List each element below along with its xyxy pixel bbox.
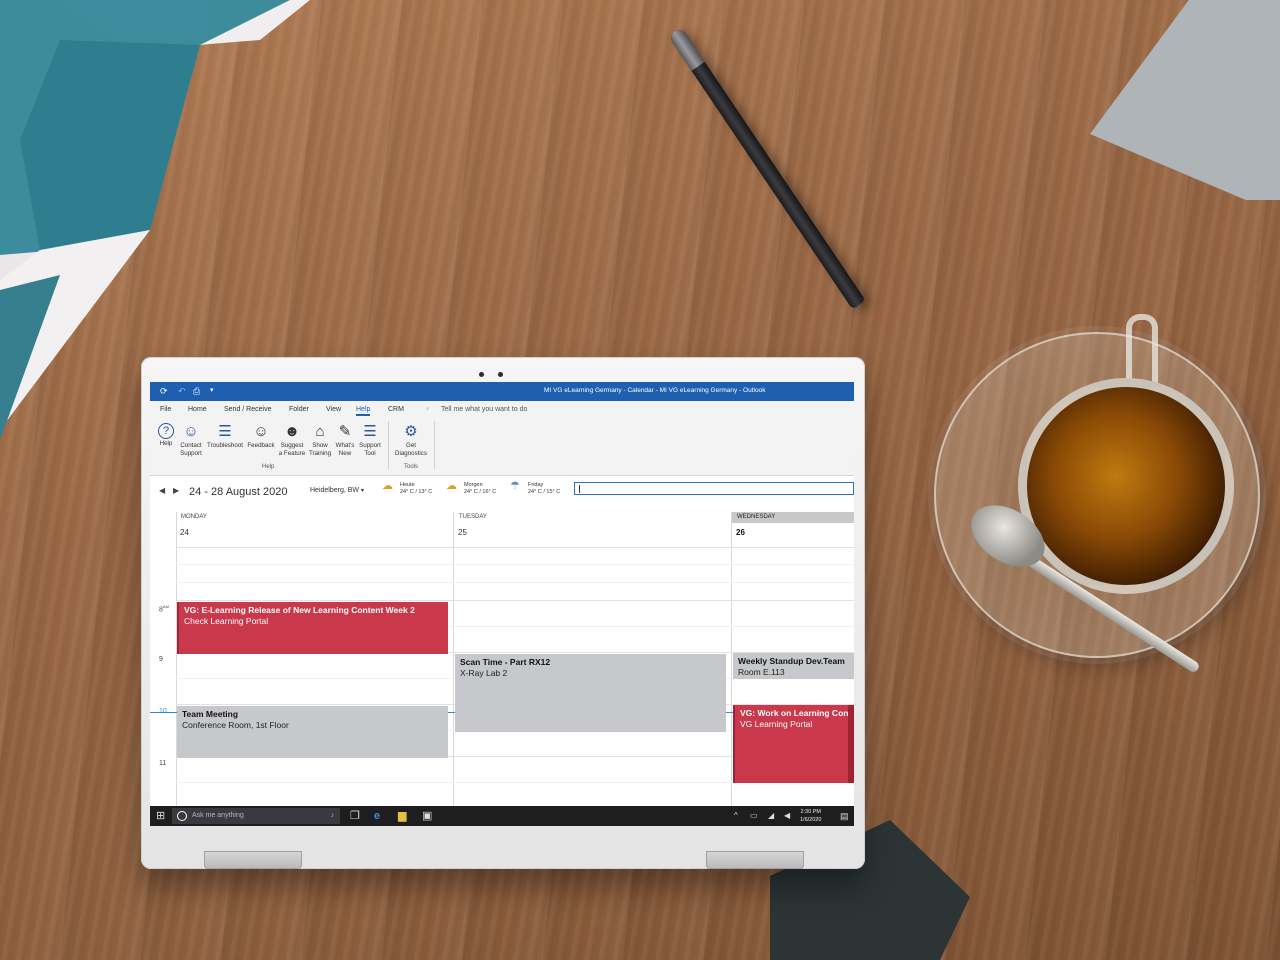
whats-new-button[interactable]: ✎ What's New (333, 423, 357, 458)
cortana-icon (177, 811, 187, 821)
get-diagnostics-icon: ⚙ (404, 423, 418, 440)
time-label-9: 9 (159, 656, 163, 663)
event-team-meeting[interactable]: Team Meeting Conference Room, 1st Floor (177, 706, 448, 758)
tab-file[interactable]: File (160, 406, 171, 413)
event-scan-time[interactable]: Scan Time - Part RX12 X-Ray Lab 2 (455, 654, 726, 732)
sun-cloud-icon: ☁ (446, 480, 457, 492)
next-week-icon[interactable]: ▶ (173, 486, 179, 495)
suggest-feature-button[interactable]: ☻ Suggest a Feature (277, 423, 307, 458)
day-number: 25 (458, 528, 467, 537)
volume-icon[interactable]: ◀ (784, 809, 790, 823)
lightbulb-icon: ♀ (425, 406, 431, 413)
tab-home[interactable]: Home (188, 406, 207, 413)
task-view-icon[interactable]: ❐ (350, 809, 360, 823)
tab-folder[interactable]: Folder (289, 406, 309, 413)
day-header-monday[interactable]: MONDAY (176, 512, 453, 523)
hinge-right (706, 851, 804, 869)
support-tool-button[interactable]: ☰ Support Tool (357, 423, 383, 458)
contact-support-icon: ☺ (183, 423, 199, 440)
tab-crm[interactable]: CRM (388, 406, 404, 413)
show-training-button[interactable]: ⌂ Show Training (307, 423, 333, 458)
battery-icon[interactable]: ▭ (750, 809, 758, 823)
tell-me-search[interactable]: Tell me what you want to do (441, 406, 527, 413)
weather-friday[interactable]: ☂ Friday 24° C / 15° C (510, 481, 560, 496)
event-elearning-release[interactable]: VG: E-Learning Release of New Learning C… (177, 602, 448, 654)
undo-icon[interactable]: ↶ (178, 386, 186, 396)
feedback-icon: ☺ (253, 423, 269, 440)
ribbon-separator (434, 421, 435, 469)
event-weekly-standup[interactable]: Weekly Standup Dev.Team Room E.113 (733, 653, 854, 679)
rain-cloud-icon: ☂ (510, 480, 520, 492)
edge-browser-icon[interactable]: e (374, 809, 380, 823)
window-title: MI VG eLearning Germany - Calendar - MI … (544, 387, 766, 394)
weather-today[interactable]: ☁ Heute 24° C / 13° C (382, 481, 432, 496)
notifications-icon[interactable]: ▤ (840, 809, 849, 823)
microphone-icon[interactable]: ♪ (331, 808, 335, 824)
tab-help[interactable]: Help (356, 406, 371, 416)
windows-taskbar: ⊞ Ask me anything ♪ ❐ e ▆ ▣ ^ ▭ ◢ ◀ 2:30… (150, 806, 854, 826)
get-diagnostics-button[interactable]: ⚙ Get Diagnostics (392, 423, 430, 458)
title-bar: ⟳ ↶ ⎙ ▾ MI VG eLearning Germany - Calend… (150, 382, 854, 401)
contact-support-button[interactable]: ☺ Contact Support (177, 423, 205, 458)
network-icon[interactable]: ◢ (768, 809, 774, 823)
refresh-icon[interactable]: ⟳ (160, 386, 168, 396)
ribbon: ? Help ☺ Contact Support ☰ Troubleshoot ☺… (150, 417, 854, 476)
feedback-button[interactable]: ☺ Feedback (245, 423, 277, 450)
time-label-11: 11 (159, 760, 167, 767)
calendar-grid: MONDAY TUESDAY WEDNESDAY 24 25 26 8AM 9 … (150, 506, 854, 806)
whats-new-icon: ✎ (338, 423, 352, 440)
help-group-label: Help (262, 464, 275, 470)
day-header-wednesday[interactable]: WEDNESDAY (732, 512, 854, 523)
taskbar-clock[interactable]: 2:30 PM 1/6/2020 (800, 808, 821, 824)
tea-cup (1018, 378, 1234, 594)
customize-toolbar-icon[interactable]: ▾ (210, 386, 214, 396)
weather-tomorrow[interactable]: ☁ Morgen 24° C / 16° C (446, 481, 496, 496)
help-button[interactable]: ? Help (156, 423, 176, 448)
weather-location[interactable]: Heidelberg, BW ▾ (310, 487, 364, 494)
help-icon: ? (158, 423, 174, 439)
tablet-screen: ⟳ ↶ ⎙ ▾ MI VG eLearning Germany - Calend… (150, 382, 854, 826)
camera-dot (479, 372, 484, 377)
troubleshoot-button[interactable]: ☰ Troubleshoot (205, 423, 245, 450)
sensor-dot (498, 372, 503, 377)
store-icon[interactable]: ▣ (422, 809, 432, 823)
day-number-today: 26 (736, 528, 745, 537)
troubleshoot-icon: ☰ (218, 423, 232, 440)
date-range: 24 - 28 August 2020 (189, 486, 288, 498)
event-work-learning-content[interactable]: VG: Work on Learning Content VG Learning… (733, 705, 854, 783)
time-label-8am: 8AM (159, 604, 169, 614)
taskbar-search-input[interactable]: Ask me anything ♪ (172, 808, 340, 824)
tools-group-label: Tools (404, 464, 419, 470)
windows-start-icon[interactable]: ⊞ (156, 809, 165, 823)
prev-week-icon[interactable]: ◀ (159, 486, 165, 495)
day-header-tuesday[interactable]: TUESDAY (454, 512, 731, 523)
file-explorer-icon[interactable]: ▆ (398, 809, 406, 823)
sun-cloud-icon: ☁ (382, 480, 393, 492)
support-tool-icon: ☰ (363, 423, 377, 440)
calendar-search-input[interactable] (574, 482, 854, 495)
day-number: 24 (180, 528, 189, 537)
tab-send-receive[interactable]: Send / Receive (224, 406, 271, 413)
tray-chevron-icon[interactable]: ^ (734, 809, 738, 823)
ribbon-tabs: File Home Send / Receive Folder View Hel… (150, 401, 854, 417)
location-dropdown-icon: ▾ (360, 488, 364, 494)
ribbon-separator (388, 421, 389, 469)
hinge-left (204, 851, 302, 869)
print-icon[interactable]: ⎙ (193, 386, 200, 396)
calendar-nav: ◀ ▶ 24 - 28 August 2020 Heidelberg, BW ▾… (150, 476, 854, 506)
suggest-feature-icon: ☻ (284, 423, 300, 440)
tab-view[interactable]: View (326, 406, 341, 413)
show-training-icon: ⌂ (315, 423, 325, 440)
